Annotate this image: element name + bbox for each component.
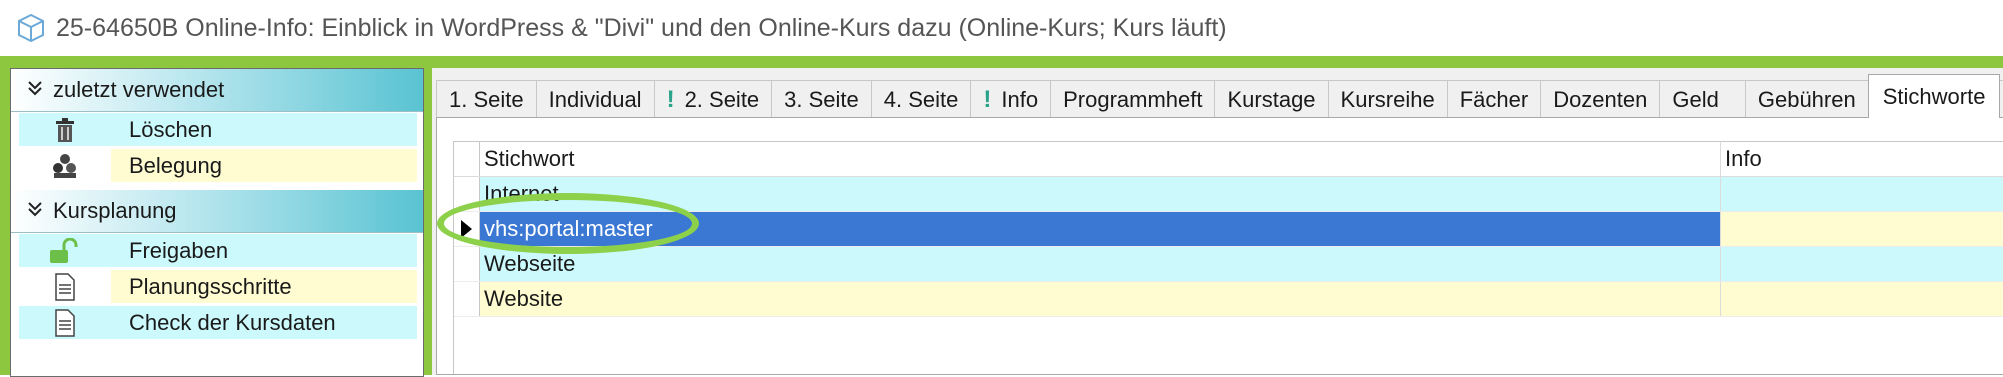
nav-item-planungsschritte[interactable]: Planungsschritte <box>19 269 417 305</box>
cell-info[interactable] <box>1721 282 2003 316</box>
document-icon <box>19 306 111 339</box>
table-row[interactable]: Internet <box>454 177 2003 212</box>
window-title: 25-64650B Online-Info: Einblick in WordP… <box>56 13 1227 42</box>
tab-programmheft[interactable]: Programmheft <box>1050 80 1216 118</box>
tab-label: Individual <box>548 86 642 112</box>
trash-icon <box>19 113 111 146</box>
tab-stichworte[interactable]: Stichworte <box>1867 74 2001 118</box>
table-row-selected[interactable]: vhs:portal:master <box>454 212 2003 247</box>
tab-2-seite[interactable]: ! 2. Seite <box>653 80 773 118</box>
cell-info[interactable] <box>1721 177 2003 211</box>
tab-label: Dozenten <box>1553 86 1648 112</box>
section-header-zuletzt-verwendet[interactable]: zuletzt verwendet <box>11 69 423 112</box>
title-bar: 25-64650B Online-Info: Einblick in WordP… <box>0 0 2003 56</box>
nav-item-check-der-kursdaten[interactable]: Check der Kursdaten <box>19 305 417 341</box>
tab-label: Programmheft <box>1063 86 1203 112</box>
unlocked-padlock-icon <box>19 234 111 267</box>
cell-info[interactable] <box>1721 212 2003 246</box>
tab-individual[interactable]: Individual <box>535 80 655 118</box>
column-header-stichwort[interactable]: Stichwort <box>480 142 1721 176</box>
section-label: zuletzt verwendet <box>53 77 225 102</box>
tab-label: Stichworte <box>1882 83 1986 109</box>
people-group-icon <box>19 149 111 182</box>
tab-dozenten[interactable]: Dozenten <box>1540 80 1661 118</box>
tab-label: Geld <box>1672 86 1719 112</box>
nav-item-label: Check der Kursdaten <box>111 306 417 339</box>
exclamation-icon: ! <box>666 85 675 113</box>
nav-item-label: Belegung <box>111 149 417 182</box>
row-header-corner <box>454 142 480 176</box>
cube-icon <box>18 13 44 43</box>
document-icon <box>19 270 111 303</box>
nav-item-label: Löschen <box>111 113 417 146</box>
row-header[interactable] <box>454 247 480 281</box>
tab-1-seite[interactable]: 1. Seite <box>436 80 537 118</box>
tab-label: Gebühren <box>1757 86 1856 112</box>
tab-label: 2. Seite <box>684 86 760 112</box>
table-row[interactable]: Website <box>454 282 2003 317</box>
double-chevron-down-icon <box>17 200 53 223</box>
tab-label: Kursreihe <box>1340 86 1435 112</box>
tab-info[interactable]: ! Info <box>970 80 1052 118</box>
cell-stichwort[interactable]: Website <box>480 282 1721 316</box>
nav-item-label: Planungsschritte <box>111 270 417 303</box>
row-header[interactable] <box>454 282 480 316</box>
tab-label: Fächer <box>1459 86 1529 112</box>
tab-gebuehren[interactable]: Gebühren <box>1744 80 1869 118</box>
tab-label: Kurstage <box>1227 86 1316 112</box>
cell-stichwort[interactable]: Webseite <box>480 247 1721 281</box>
content-panel: 1. Seite Individual ! 2. Seite 3. Seite 4… <box>432 68 2003 375</box>
exclamation-icon: ! <box>983 85 992 113</box>
tab-strip: 1. Seite Individual ! 2. Seite 3. Seite 4… <box>436 74 2003 118</box>
table-row[interactable]: Webseite <box>454 247 2003 282</box>
grid-header: Stichwort Info <box>454 142 2003 177</box>
tab-body: Stichwort Info Internet vhs:portal:maste… <box>436 117 2003 375</box>
double-chevron-down-icon <box>17 79 53 102</box>
section-header-kursplanung[interactable]: Kursplanung <box>11 190 423 233</box>
current-row-arrow-icon <box>461 220 472 238</box>
keyword-grid: Stichwort Info Internet vhs:portal:maste… <box>453 141 2003 374</box>
main-frame: zuletzt verwendet Löschen Belegung Kursp… <box>0 56 2003 377</box>
tab-label: 3. Seite <box>784 86 859 112</box>
cell-info[interactable] <box>1721 247 2003 281</box>
tab-4-seite[interactable]: 4. Seite <box>870 80 972 118</box>
tab-label: Info <box>1001 86 1039 112</box>
column-header-info[interactable]: Info <box>1721 142 2003 176</box>
section-label: Kursplanung <box>53 198 177 223</box>
nav-item-loeschen[interactable]: Löschen <box>19 112 417 148</box>
nav-item-belegung[interactable]: Belegung <box>19 148 417 184</box>
tab-label: 4. Seite <box>883 86 959 112</box>
cell-stichwort[interactable]: Internet <box>480 177 1721 211</box>
tab-kursreihe[interactable]: Kursreihe <box>1327 80 1448 118</box>
nav-item-label: Freigaben <box>111 234 417 267</box>
tab-3-seite[interactable]: 3. Seite <box>771 80 872 118</box>
row-header[interactable] <box>454 212 480 246</box>
nav-item-freigaben[interactable]: Freigaben <box>19 233 417 269</box>
tab-label: 1. Seite <box>449 86 524 112</box>
cell-stichwort[interactable]: vhs:portal:master <box>480 212 1721 246</box>
row-header[interactable] <box>454 177 480 211</box>
tab-geld[interactable]: Geld <box>1659 80 1746 118</box>
tab-faecher[interactable]: Fächer <box>1446 80 1542 118</box>
tab-kurstage[interactable]: Kurstage <box>1214 80 1329 118</box>
navigation-panel: zuletzt verwendet Löschen Belegung Kursp… <box>10 68 424 377</box>
